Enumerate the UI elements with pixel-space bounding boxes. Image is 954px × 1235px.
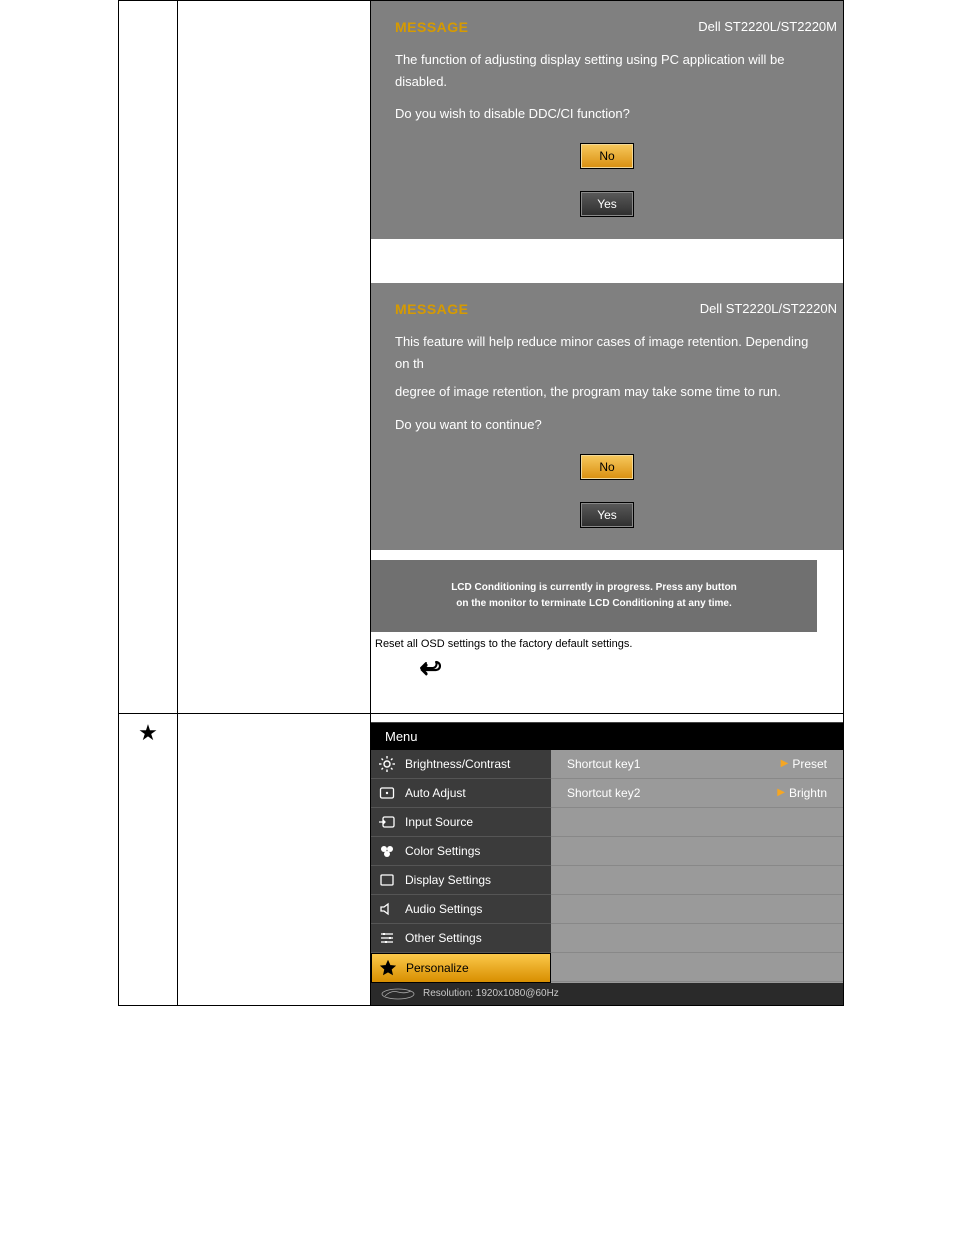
- menu-item-label: Personalize: [406, 961, 469, 975]
- personalize-icon-cell: ★: [119, 713, 178, 1005]
- blank-row: [551, 895, 843, 924]
- menu-item-label: Other Settings: [405, 931, 482, 945]
- dialog-text: This feature will help reduce minor case…: [395, 331, 819, 375]
- progress-line: on the monitor to terminate LCD Conditio…: [419, 596, 769, 612]
- shortcut-key2-row[interactable]: Shortcut key2 ▶ Brightn: [551, 779, 843, 808]
- row-value: Brightn: [789, 786, 827, 800]
- menu-item-label: Display Settings: [405, 873, 491, 887]
- blank-row: [551, 837, 843, 866]
- shortcut-key1-row[interactable]: Shortcut key1 ▶Preset: [551, 750, 843, 779]
- menu-title: Menu: [371, 722, 843, 750]
- menu-right-pane: Shortcut key1 ▶Preset Shortcut key2 ▶Bri…: [551, 750, 843, 983]
- resolution-bar: Resolution: 1920x1080@60Hz: [371, 983, 843, 1005]
- factory-reset-text: Reset all OSD settings to the factory de…: [371, 632, 843, 654]
- osd-menu: Menu Brightness/Contrast Auto Adjust Inp…: [371, 713, 844, 1005]
- back-icon[interactable]: [417, 660, 843, 683]
- menu-item-input-source[interactable]: Input Source: [371, 808, 551, 837]
- brightness-icon: [379, 756, 395, 772]
- menu-item-color-settings[interactable]: Color Settings: [371, 837, 551, 866]
- no-button[interactable]: No: [580, 454, 634, 480]
- menu-item-audio-settings[interactable]: Audio Settings: [371, 895, 551, 924]
- row-label: Shortcut key1: [567, 757, 640, 771]
- audio-icon: [379, 901, 395, 917]
- display-settings-icon: [379, 872, 395, 888]
- row-value: Preset: [792, 757, 827, 771]
- ddcci-dialog: MESSAGE Dell ST2220L/ST2220M The functio…: [371, 1, 843, 239]
- monitor-model: Dell ST2220L/ST2220N: [700, 301, 837, 316]
- blank-row: [551, 924, 843, 953]
- menu-item-brightness-contrast[interactable]: Brightness/Contrast: [371, 750, 551, 779]
- message-header: MESSAGE: [395, 19, 469, 35]
- input-source-icon: [379, 814, 395, 830]
- resolution-text: Resolution: 1920x1080@60Hz: [423, 988, 559, 999]
- menu-item-display-settings[interactable]: Display Settings: [371, 866, 551, 895]
- content-col: MESSAGE Dell ST2220L/ST2220M The functio…: [371, 1, 844, 714]
- yes-button[interactable]: Yes: [580, 191, 634, 217]
- star-icon: [380, 960, 396, 976]
- lcd-progress-box: LCD Conditioning is currently in progres…: [371, 560, 817, 632]
- blank-row: [551, 953, 843, 982]
- sliders-icon: [379, 930, 395, 946]
- dialog-text: Do you want to continue?: [395, 414, 819, 436]
- menu-item-label: Color Settings: [405, 844, 480, 858]
- message-header: MESSAGE: [395, 301, 469, 317]
- monitor-model: Dell ST2220L/ST2220M: [698, 19, 837, 34]
- menu-item-other-settings[interactable]: Other Settings: [371, 924, 551, 953]
- auto-adjust-icon: [379, 785, 395, 801]
- chevron-right-icon: ▶: [781, 758, 789, 769]
- no-button[interactable]: No: [580, 143, 634, 169]
- energy-star-icon: [381, 988, 415, 1000]
- menu-item-label: Audio Settings: [405, 902, 482, 916]
- menu-item-auto-adjust[interactable]: Auto Adjust: [371, 779, 551, 808]
- dialog-text: The function of adjusting display settin…: [395, 49, 819, 93]
- star-icon: ★: [138, 720, 158, 745]
- menu-item-label: Input Source: [405, 815, 473, 829]
- doc-table: MESSAGE Dell ST2220L/ST2220M The functio…: [118, 0, 844, 1006]
- blank-row: [551, 866, 843, 895]
- menu-left-pane: Brightness/Contrast Auto Adjust Input So…: [371, 750, 551, 983]
- progress-line: LCD Conditioning is currently in progres…: [419, 580, 769, 596]
- label-col-empty: [178, 713, 371, 1005]
- row-label: Shortcut key2: [567, 786, 640, 800]
- dialog-text: Do you wish to disable DDC/CI function?: [395, 103, 819, 125]
- yes-button[interactable]: Yes: [580, 502, 634, 528]
- blank-row: [551, 808, 843, 837]
- icon-col-empty: [119, 1, 178, 714]
- lcd-conditioning-dialog: MESSAGE Dell ST2220L/ST2220N This featur…: [371, 283, 843, 549]
- menu-item-label: Brightness/Contrast: [405, 757, 510, 771]
- color-settings-icon: [379, 843, 395, 859]
- menu-item-label: Auto Adjust: [405, 786, 466, 800]
- dialog-text: degree of image retention, the program m…: [395, 381, 819, 403]
- label-col-empty: [178, 1, 371, 714]
- chevron-right-icon: ▶: [777, 787, 785, 798]
- menu-item-personalize[interactable]: Personalize: [371, 953, 551, 983]
